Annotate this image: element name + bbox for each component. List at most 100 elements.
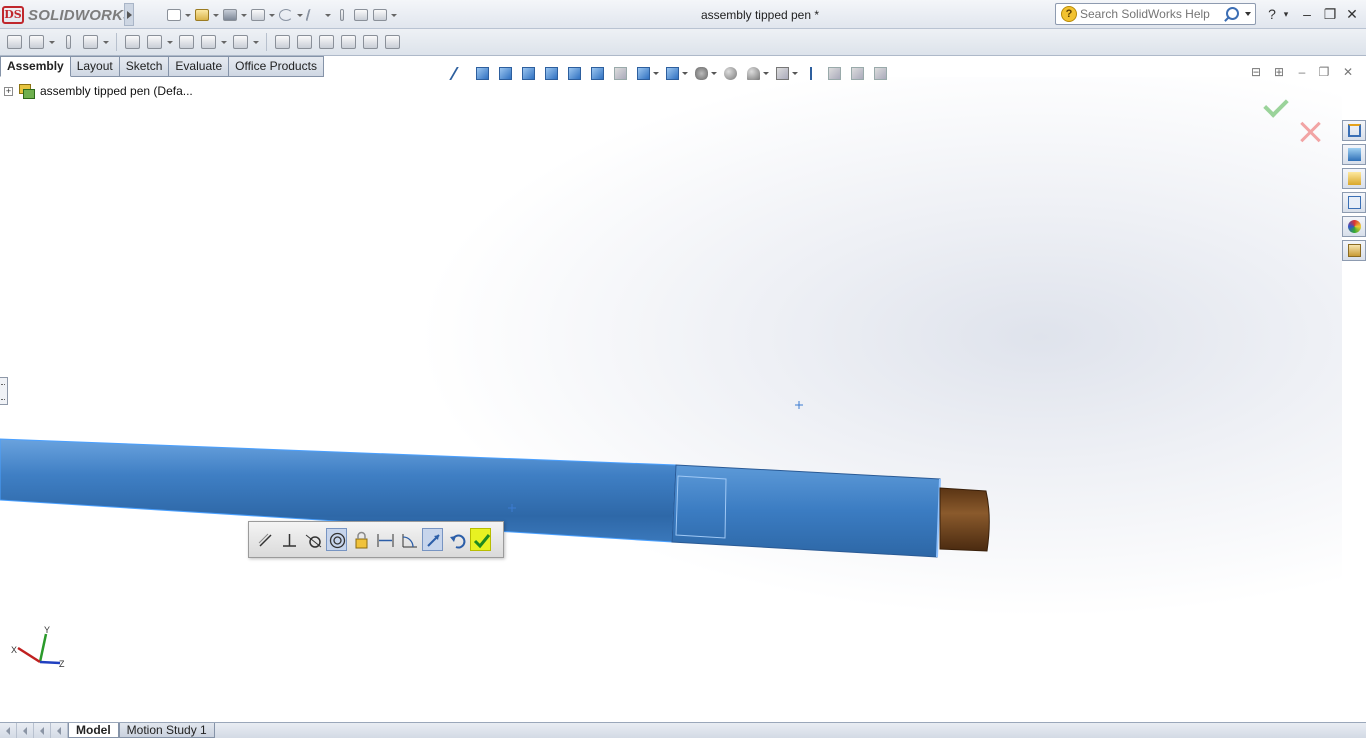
file-properties-icon[interactable] bbox=[352, 7, 370, 23]
custom-properties-icon[interactable] bbox=[1342, 240, 1366, 261]
options-dropdown[interactable] bbox=[390, 7, 398, 23]
explode-line-sketch-icon[interactable] bbox=[339, 33, 358, 51]
perpendicular-icon[interactable] bbox=[278, 528, 299, 551]
new-part-icon[interactable] bbox=[27, 33, 46, 51]
reference-geometry-icon[interactable] bbox=[231, 33, 250, 51]
hide-show-dropdown[interactable] bbox=[711, 64, 717, 83]
zoom-to-fit-icon[interactable] bbox=[449, 64, 470, 83]
view-palette-icon[interactable] bbox=[1342, 192, 1366, 213]
help-search-input[interactable] bbox=[1080, 6, 1220, 22]
new-motion-study-icon[interactable] bbox=[273, 33, 292, 51]
right-view-icon[interactable] bbox=[542, 64, 561, 83]
linear-pattern-icon[interactable] bbox=[81, 33, 100, 51]
doc-close-button[interactable]: ✕ bbox=[1340, 65, 1356, 79]
doc-minimize-button[interactable]: – bbox=[1294, 65, 1310, 79]
appearances-scenes-icon[interactable] bbox=[1342, 216, 1366, 237]
bill-of-materials-icon[interactable] bbox=[295, 33, 314, 51]
select-dropdown[interactable] bbox=[324, 7, 332, 23]
graphics-area[interactable]: Y X Z bbox=[0, 77, 1342, 722]
view-settings-dropdown[interactable] bbox=[792, 64, 798, 83]
previous-tab-arrow-icon[interactable] bbox=[17, 723, 34, 738]
confirm-cancel-icon[interactable] bbox=[1298, 119, 1324, 145]
exploded-view-icon[interactable] bbox=[317, 33, 336, 51]
close-button[interactable]: ✕ bbox=[1343, 5, 1361, 23]
save-icon[interactable] bbox=[221, 7, 239, 23]
move-component-icon[interactable] bbox=[145, 33, 164, 51]
undo-mate-icon[interactable] bbox=[446, 528, 467, 551]
new-icon[interactable] bbox=[165, 7, 183, 23]
hide-show-items-icon[interactable] bbox=[692, 64, 711, 83]
tab-model[interactable]: Model bbox=[68, 723, 119, 738]
front-view-icon[interactable] bbox=[473, 64, 492, 83]
expand-toggle[interactable]: + bbox=[4, 86, 13, 96]
help-dropdown-icon[interactable]: ▾ bbox=[1281, 5, 1291, 23]
previous-view-icon[interactable] bbox=[871, 64, 890, 83]
doc-restore-button[interactable]: ❐ bbox=[1316, 65, 1332, 79]
new-dropdown[interactable] bbox=[184, 7, 192, 23]
zoom-area-icon[interactable] bbox=[848, 64, 867, 83]
options-icon[interactable] bbox=[371, 7, 389, 23]
help-search-box[interactable]: ? bbox=[1055, 3, 1256, 25]
solidworks-logo[interactable]: DS SOLIDWORKS bbox=[2, 5, 133, 25]
tangent-icon[interactable] bbox=[302, 528, 323, 551]
tab-layout[interactable]: Layout bbox=[70, 56, 120, 77]
instant3d-icon[interactable] bbox=[361, 33, 380, 51]
file-explorer-icon[interactable] bbox=[1342, 168, 1366, 189]
tab-assembly[interactable]: Assembly bbox=[0, 56, 71, 77]
tab-sketch[interactable]: Sketch bbox=[119, 56, 170, 77]
confirm-ok-icon[interactable] bbox=[1264, 90, 1292, 114]
search-options-dropdown[interactable] bbox=[1245, 12, 1251, 16]
add-mate-confirm-icon[interactable] bbox=[470, 528, 491, 551]
tab-office-products[interactable]: Office Products bbox=[229, 56, 324, 77]
last-tab-arrow-icon[interactable] bbox=[51, 723, 68, 738]
pattern-dropdown[interactable] bbox=[103, 33, 110, 51]
lock-icon[interactable] bbox=[350, 528, 371, 551]
save-dropdown[interactable] bbox=[240, 7, 248, 23]
coincident-icon[interactable] bbox=[254, 528, 275, 551]
distance-icon[interactable] bbox=[374, 528, 395, 551]
section-view-dropdown[interactable] bbox=[653, 64, 659, 83]
split-horizontal-icon[interactable]: ⊟ bbox=[1248, 65, 1264, 79]
pan-icon[interactable] bbox=[825, 64, 844, 83]
insert-component-icon[interactable] bbox=[5, 33, 24, 51]
next-tab-arrow-icon[interactable] bbox=[34, 723, 51, 738]
smart-fasteners-icon[interactable] bbox=[123, 33, 142, 51]
bottom-view-icon[interactable] bbox=[588, 64, 607, 83]
mate-icon[interactable] bbox=[59, 33, 78, 51]
open-icon[interactable] bbox=[193, 7, 211, 23]
section-view-icon[interactable] bbox=[634, 64, 653, 83]
angle-icon[interactable] bbox=[398, 528, 419, 551]
tab-motion-study-1[interactable]: Motion Study 1 bbox=[118, 723, 215, 738]
minimize-button[interactable]: – bbox=[1298, 5, 1316, 23]
print-dropdown[interactable] bbox=[268, 7, 276, 23]
open-dropdown[interactable] bbox=[212, 7, 220, 23]
first-tab-arrow-icon[interactable] bbox=[0, 723, 17, 738]
top-view-icon[interactable] bbox=[565, 64, 584, 83]
interference-detection-icon[interactable] bbox=[383, 33, 402, 51]
feature-manager-collapse-handle[interactable] bbox=[0, 377, 8, 405]
view-orientation-icon[interactable] bbox=[663, 64, 682, 83]
pen-assembly-model[interactable] bbox=[0, 77, 1342, 722]
edit-appearance-icon[interactable] bbox=[721, 64, 740, 83]
feature-tree-root[interactable]: + assembly tipped pen (Defa... bbox=[4, 82, 193, 100]
back-view-icon[interactable] bbox=[496, 64, 515, 83]
features-dropdown[interactable] bbox=[221, 33, 228, 51]
tab-evaluate[interactable]: Evaluate bbox=[169, 56, 230, 77]
search-icon[interactable] bbox=[1226, 7, 1239, 20]
undo-icon[interactable] bbox=[277, 7, 295, 23]
reference-dropdown[interactable] bbox=[253, 33, 260, 51]
apply-scene-icon[interactable] bbox=[744, 64, 763, 83]
split-vertical-icon[interactable]: ⊞ bbox=[1271, 65, 1287, 79]
left-view-icon[interactable] bbox=[519, 64, 538, 83]
print-icon[interactable] bbox=[249, 7, 267, 23]
help-button[interactable]: ? bbox=[1263, 5, 1281, 23]
solidworks-resources-icon[interactable] bbox=[1342, 120, 1366, 141]
flip-alignment-icon[interactable] bbox=[422, 528, 443, 551]
menu-flyout-arrow[interactable] bbox=[124, 3, 134, 26]
concentric-icon[interactable] bbox=[326, 528, 347, 551]
restore-button[interactable]: ❐ bbox=[1321, 5, 1339, 23]
view-settings-icon[interactable] bbox=[773, 64, 792, 83]
show-hidden-icon[interactable] bbox=[177, 33, 196, 51]
view-orientation-dropdown[interactable] bbox=[682, 64, 688, 83]
assembly-features-icon[interactable] bbox=[199, 33, 218, 51]
